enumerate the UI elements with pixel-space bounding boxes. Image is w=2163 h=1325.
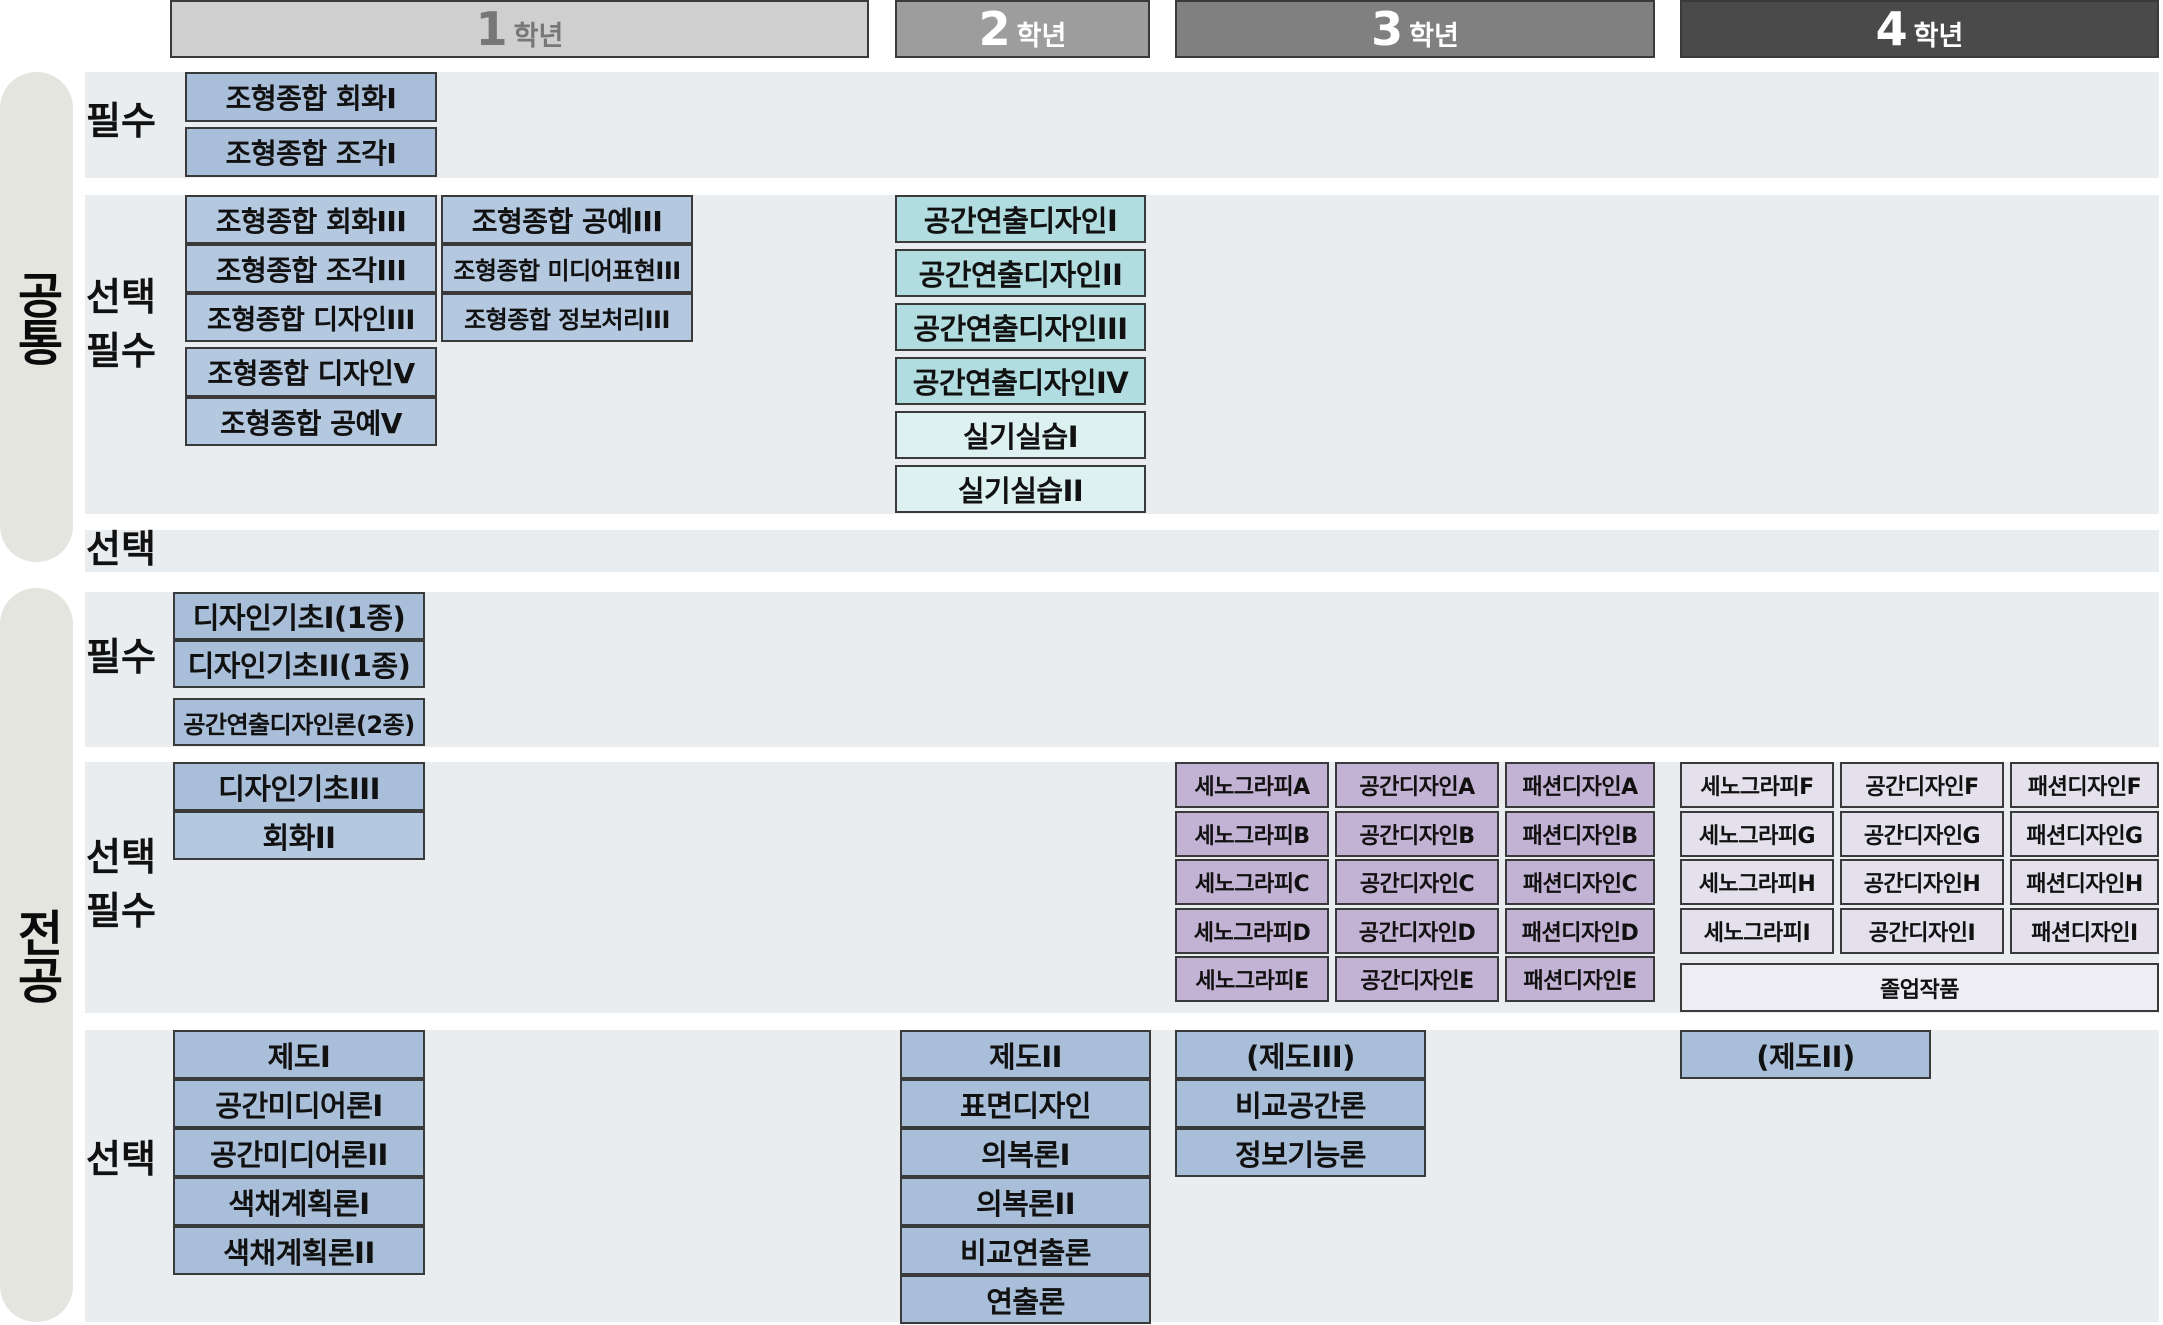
course-box[interactable]: 공간연출디자인I bbox=[895, 195, 1146, 243]
course-box[interactable]: 공간연출디자인III bbox=[895, 303, 1146, 351]
band-common-elective bbox=[85, 530, 2159, 572]
row-label-major-elective: 선택 bbox=[86, 1137, 156, 1181]
course-box[interactable]: 의복론II bbox=[900, 1177, 1151, 1226]
course-box[interactable]: 조형종합 정보처리III bbox=[441, 293, 693, 342]
row-label-major-elective-required-2: 필수 bbox=[86, 889, 156, 933]
course-box[interactable]: 세노그라피B bbox=[1175, 811, 1329, 857]
grade-word: 학년 bbox=[513, 21, 564, 52]
course-box[interactable]: 패션디자인H bbox=[2010, 859, 2159, 905]
course-box[interactable]: 공간디자인F bbox=[1840, 762, 2004, 808]
course-box[interactable]: 비교공간론 bbox=[1175, 1079, 1426, 1128]
row-label-common-elective: 선택 bbox=[86, 527, 156, 571]
course-box[interactable]: 조형종합 공예III bbox=[441, 195, 693, 244]
course-box[interactable]: 공간디자인E bbox=[1335, 956, 1499, 1002]
grade-header-4: 4 학년 bbox=[1680, 0, 2159, 58]
row-label-major-required: 필수 bbox=[86, 635, 156, 679]
course-box[interactable]: 의복론I bbox=[900, 1128, 1151, 1177]
course-box[interactable]: 패션디자인D bbox=[1505, 908, 1655, 954]
grade-word: 학년 bbox=[1409, 21, 1459, 52]
course-box[interactable]: 조형종합 디자인III bbox=[185, 293, 437, 342]
row-label-common-required: 필수 bbox=[86, 99, 156, 143]
course-box[interactable]: (제도III) bbox=[1175, 1030, 1426, 1079]
course-box[interactable]: 실기실습II bbox=[895, 465, 1146, 513]
course-box[interactable]: 회화II bbox=[173, 811, 425, 860]
course-box[interactable]: 패션디자인E bbox=[1505, 956, 1655, 1002]
course-box[interactable]: (제도II) bbox=[1680, 1030, 1931, 1079]
grade-number: 3 bbox=[1371, 2, 1404, 56]
row-label-common-elective-required-2: 필수 bbox=[86, 329, 156, 373]
course-box[interactable]: 조형종합 조각I bbox=[185, 127, 437, 177]
course-box[interactable]: 공간디자인H bbox=[1840, 859, 2004, 905]
grade-header-2: 2 학년 bbox=[895, 0, 1150, 58]
course-box[interactable]: 패션디자인G bbox=[2010, 811, 2159, 857]
grade-word: 학년 bbox=[1016, 21, 1067, 52]
course-box[interactable]: 공간디자인G bbox=[1840, 811, 2004, 857]
course-box[interactable]: 세노그라피E bbox=[1175, 956, 1329, 1002]
course-box[interactable]: 공간디자인D bbox=[1335, 908, 1499, 954]
course-box-graduation-work[interactable]: 졸업작품 bbox=[1680, 963, 2159, 1012]
course-box[interactable]: 공간디자인B bbox=[1335, 811, 1499, 857]
course-box[interactable]: 패션디자인C bbox=[1505, 859, 1655, 905]
row-label-common-elective-required-1: 선택 bbox=[86, 275, 156, 319]
course-box[interactable]: 공간미디어론II bbox=[173, 1128, 425, 1177]
grade-header-1: 1 학년 bbox=[170, 0, 869, 58]
course-box[interactable]: 조형종합 조각III bbox=[185, 244, 437, 293]
course-box[interactable]: 공간디자인C bbox=[1335, 859, 1499, 905]
course-box[interactable]: 색채계획론II bbox=[173, 1226, 425, 1275]
course-box[interactable]: 공간연출디자인IV bbox=[895, 357, 1146, 405]
course-box[interactable]: 패션디자인F bbox=[2010, 762, 2159, 808]
course-box[interactable]: 조형종합 회화I bbox=[185, 72, 437, 122]
course-box[interactable]: 세노그라피G bbox=[1680, 811, 1834, 857]
course-box[interactable]: 제도II bbox=[900, 1030, 1151, 1079]
course-box[interactable]: 세노그라피H bbox=[1680, 859, 1834, 905]
course-box[interactable]: 색채계획론I bbox=[173, 1177, 425, 1226]
course-box[interactable]: 세노그라피I bbox=[1680, 908, 1834, 954]
course-box[interactable]: 패션디자인A bbox=[1505, 762, 1655, 808]
grade-header-3: 3 학년 bbox=[1175, 0, 1655, 58]
course-box[interactable]: 정보기능론 bbox=[1175, 1128, 1426, 1177]
course-box[interactable]: 디자인기초II(1종) bbox=[173, 640, 425, 688]
course-box[interactable]: 공간디자인A bbox=[1335, 762, 1499, 808]
course-box[interactable]: 세노그라피C bbox=[1175, 859, 1329, 905]
grade-number: 2 bbox=[978, 2, 1011, 56]
section-title-major: 전공 bbox=[8, 908, 65, 1002]
section-title-common: 공통 bbox=[8, 270, 65, 364]
course-box[interactable]: 제도I bbox=[173, 1030, 425, 1079]
course-box[interactable]: 디자인기초III bbox=[173, 762, 425, 811]
grade-word: 학년 bbox=[1913, 21, 1964, 52]
course-box[interactable]: 비교연출론 bbox=[900, 1226, 1151, 1275]
course-box[interactable]: 표면디자인 bbox=[900, 1079, 1151, 1128]
course-box[interactable]: 조형종합 미디어표현III bbox=[441, 244, 693, 293]
course-box[interactable]: 공간디자인I bbox=[1840, 908, 2004, 954]
course-box[interactable]: 연출론 bbox=[900, 1275, 1151, 1324]
course-box[interactable]: 패션디자인I bbox=[2010, 908, 2159, 954]
course-box[interactable]: 조형종합 공예V bbox=[185, 397, 437, 446]
grade-number: 1 bbox=[475, 2, 508, 56]
course-box[interactable]: 디자인기초I(1종) bbox=[173, 592, 425, 640]
course-box[interactable]: 세노그라피A bbox=[1175, 762, 1329, 808]
row-label-major-elective-required-1: 선택 bbox=[86, 835, 156, 879]
course-box[interactable]: 조형종합 회화III bbox=[185, 195, 437, 244]
course-box[interactable]: 공간미디어론I bbox=[173, 1079, 425, 1128]
course-box[interactable]: 세노그라피F bbox=[1680, 762, 1834, 808]
course-box[interactable]: 공간연출디자인론(2종) bbox=[173, 698, 425, 746]
course-box[interactable]: 세노그라피D bbox=[1175, 908, 1329, 954]
course-box[interactable]: 실기실습I bbox=[895, 411, 1146, 459]
course-box[interactable]: 공간연출디자인II bbox=[895, 249, 1146, 297]
grade-number: 4 bbox=[1875, 2, 1908, 56]
course-box[interactable]: 패션디자인B bbox=[1505, 811, 1655, 857]
course-box[interactable]: 조형종합 디자인V bbox=[185, 347, 437, 397]
